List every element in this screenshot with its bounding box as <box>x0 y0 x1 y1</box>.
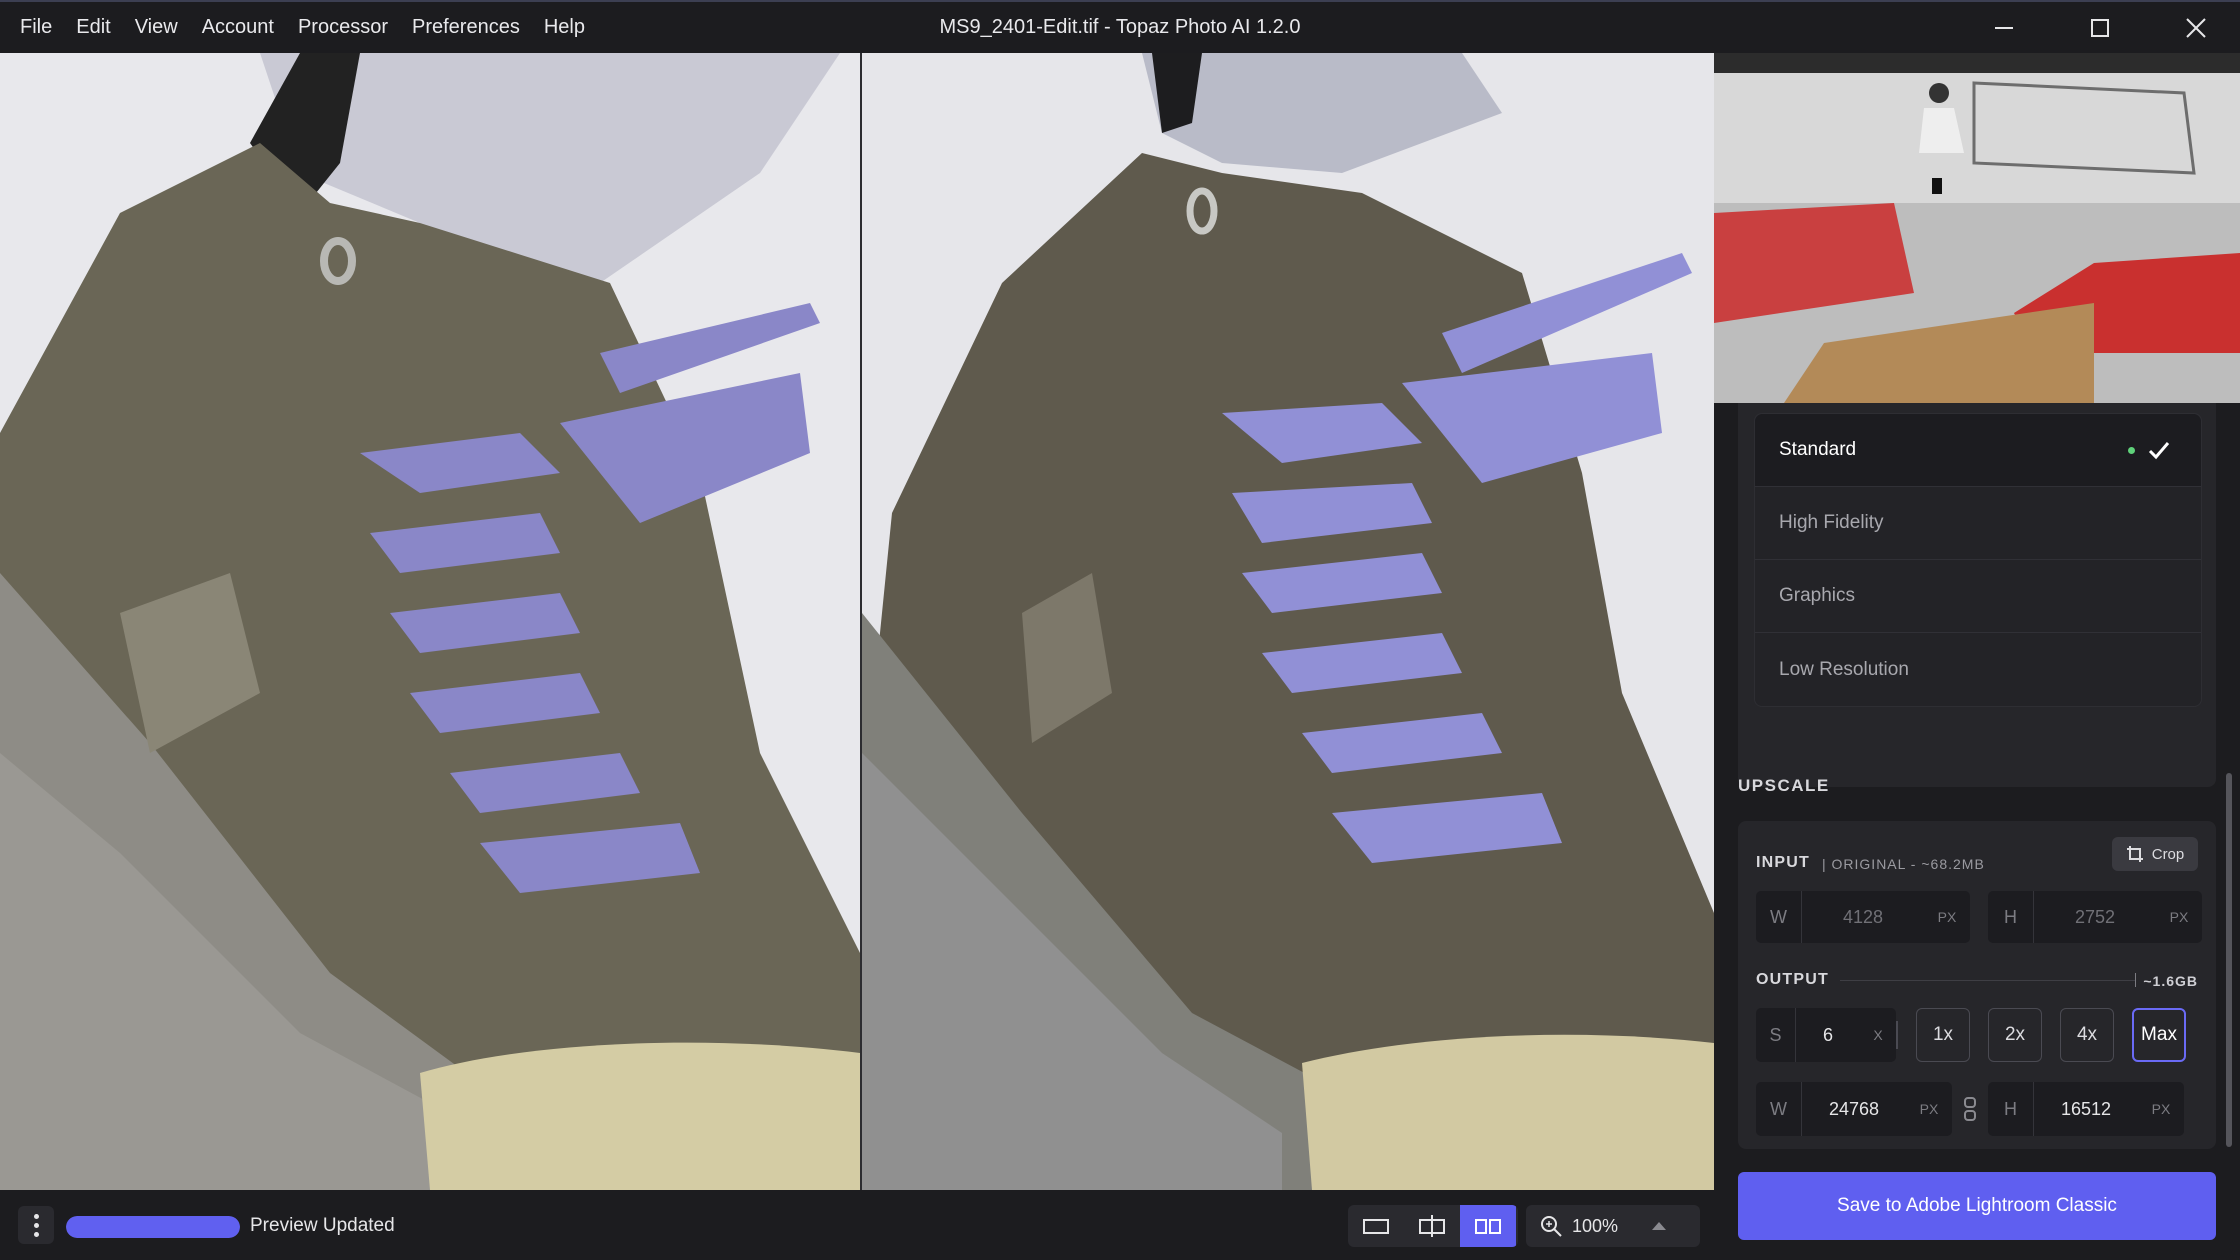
original-image <box>0 53 860 1190</box>
original-preview[interactable] <box>0 53 860 1190</box>
crop-icon <box>2126 846 2143 862</box>
scale-2x-button[interactable]: 2x <box>1988 1008 2042 1062</box>
input-width-field: W 4128 PX <box>1756 891 1970 943</box>
split-view-icon <box>1419 1215 1445 1237</box>
more-options-button[interactable] <box>18 1206 54 1244</box>
single-view-icon <box>1363 1219 1389 1234</box>
dot-icon <box>33 1213 39 1219</box>
model-label: Standard <box>1779 439 1857 460</box>
input-height-value: 2752 <box>2074 906 2116 927</box>
menu-view[interactable]: View <box>123 2 190 53</box>
input-width-value: 4128 <box>1842 906 1884 927</box>
title-bar: File Edit View Account Processor Prefere… <box>0 0 2240 53</box>
dot-icon <box>33 1222 39 1228</box>
caret-up-icon[interactable] <box>1650 1220 1668 1232</box>
sidebar: Standard High Fidelity Graphics Low Reso… <box>1714 53 2240 1260</box>
upscale-panel: INPUT | ORIGINAL - ~68.2MB Crop W 4128 P… <box>1738 821 2216 1149</box>
output-width-field[interactable]: W 24768 PX <box>1756 1082 1952 1136</box>
model-list: Standard High Fidelity Graphics Low Reso… <box>1754 413 2202 707</box>
crop-button[interactable]: Crop <box>2112 837 2198 871</box>
close-button[interactable] <box>2148 2 2240 53</box>
bottom-bar: Preview Updated 100% <box>0 1190 1714 1260</box>
model-label: Low Resolution <box>1779 658 1909 680</box>
output-height-value: 16512 <box>2060 1098 2112 1119</box>
unit-label: PX <box>1937 909 1957 925</box>
side-by-side-view-button[interactable] <box>1460 1205 1516 1247</box>
menu-preferences[interactable]: Preferences <box>400 2 532 53</box>
menu-help[interactable]: Help <box>532 2 597 53</box>
scale-4x-button[interactable]: 4x <box>2060 1008 2114 1062</box>
navigator-thumbnail[interactable] <box>1714 53 2240 403</box>
zoom-icon <box>1541 1216 1562 1237</box>
maximize-icon <box>2091 18 2109 37</box>
width-prefix: W <box>1756 891 1802 943</box>
model-low-resolution[interactable]: Low Resolution <box>1755 633 2201 706</box>
output-height-field[interactable]: H 16512 PX <box>1988 1082 2184 1136</box>
menu-edit[interactable]: Edit <box>64 2 122 53</box>
unit-label: PX <box>2151 1101 2171 1117</box>
sidebar-scrollbar[interactable] <box>2226 773 2232 1147</box>
scale-prefix: S <box>1756 1008 1796 1062</box>
output-size: ~1.6GB <box>2143 973 2198 989</box>
single-view-button[interactable] <box>1348 1205 1404 1247</box>
output-width-value: 24768 <box>1828 1098 1880 1119</box>
split-view-button[interactable] <box>1404 1205 1460 1247</box>
zoom-control[interactable]: 100% <box>1526 1205 1700 1247</box>
upscale-section-label: UPSCALE <box>1738 776 1830 795</box>
scale-max-button[interactable]: Max <box>2132 1008 2186 1062</box>
close-icon <box>2186 17 2206 38</box>
menu-bar: File Edit View Account Processor Prefere… <box>8 2 597 53</box>
status-text: Preview Updated <box>250 1215 395 1236</box>
unit-label: PX <box>1919 1101 1939 1117</box>
output-divider <box>1840 980 2135 981</box>
model-standard[interactable]: Standard <box>1755 414 2201 487</box>
unit-label: PX <box>2169 909 2189 925</box>
enhanced-image <box>862 53 1714 1190</box>
menu-account[interactable]: Account <box>190 2 286 53</box>
menu-processor[interactable]: Processor <box>286 2 400 53</box>
scale-field[interactable]: S 6 X <box>1756 1008 1896 1062</box>
scale-1x-button[interactable]: 1x <box>1916 1008 1970 1062</box>
scale-separator <box>1896 1021 1898 1049</box>
side-by-side-icon <box>1475 1219 1501 1234</box>
model-label: Graphics <box>1779 585 1856 606</box>
zoom-value: 100% <box>1572 1215 1619 1236</box>
maximize-button[interactable] <box>2052 2 2148 53</box>
scale-suffix: X <box>1873 1027 1883 1043</box>
save-button[interactable]: Save to Adobe Lightroom Classic <box>1738 1172 2216 1240</box>
dot-icon <box>33 1231 39 1237</box>
minimize-button[interactable] <box>1956 2 2052 53</box>
checkmark-icon <box>2148 442 2170 460</box>
progress-fill <box>66 1216 240 1238</box>
output-tick <box>2135 973 2136 987</box>
view-mode-group <box>1348 1205 1518 1247</box>
output-label: OUTPUT <box>1756 971 1829 988</box>
enhanced-preview[interactable] <box>862 53 1714 1190</box>
navigator-image <box>1714 53 2240 403</box>
model-label: High Fidelity <box>1779 512 1884 533</box>
input-label: INPUT <box>1756 854 1810 871</box>
input-info: | ORIGINAL - ~68.2MB <box>1822 856 1985 872</box>
minimize-icon <box>1995 26 2013 29</box>
progress-bar <box>66 1216 240 1238</box>
model-graphics[interactable]: Graphics <box>1755 560 2201 633</box>
height-prefix: H <box>1988 891 2034 943</box>
menu-file[interactable]: File <box>8 2 64 53</box>
input-height-field: H 2752 PX <box>1988 891 2202 943</box>
scale-value: 6 <box>1822 1024 1833 1045</box>
height-prefix: H <box>1988 1082 2034 1136</box>
model-high-fidelity[interactable]: High Fidelity <box>1755 487 2201 560</box>
crop-label: Crop <box>2151 845 2185 863</box>
active-dot-icon <box>2128 447 2135 454</box>
link-aspect-icon[interactable] <box>1962 1096 1978 1122</box>
width-prefix: W <box>1756 1082 1802 1136</box>
